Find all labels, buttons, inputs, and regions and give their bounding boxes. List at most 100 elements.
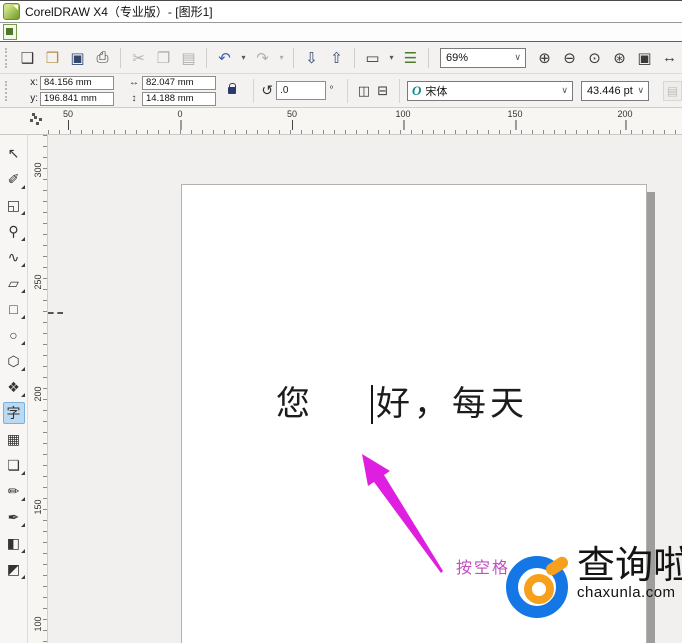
- coreldraw-window: CorelDRAW X4（专业版）- [图形1] ❑❒▣⎙✂❐▤↶▾↷▾⇩⇧▭▾…: [0, 0, 682, 641]
- import-icon[interactable]: ⇩: [300, 46, 323, 69]
- logo-magnifier-lens: [524, 574, 554, 604]
- h-ruler-label: 50: [287, 109, 297, 119]
- horizontal-ruler[interactable]: 50050100150200: [48, 108, 682, 134]
- smart-fill-tool[interactable]: ▱: [3, 272, 25, 294]
- cut-icon[interactable]: ✂: [127, 46, 150, 69]
- redo-dropdown-icon[interactable]: ▾: [276, 46, 287, 69]
- eyedropper-tool[interactable]: ✏: [3, 480, 25, 502]
- property-bar-grip[interactable]: [5, 81, 12, 101]
- separator: [428, 48, 429, 68]
- main-area: ↖✐◱⚲∿▱□○⬡❖字▦❏✏✒◧◩ 300250200150100 您 好，每天…: [0, 135, 682, 643]
- table-tool[interactable]: ▦: [3, 428, 25, 450]
- styles-icon: ▤: [663, 81, 682, 101]
- text-tool[interactable]: 字: [3, 402, 25, 424]
- standard-toolbar: ❑❒▣⎙✂❐▤↶▾↷▾⇩⇧▭▾☰ 69% ∨ ⊕⊖⊙⊛▣↔: [0, 42, 682, 74]
- copy-icon[interactable]: ❐: [152, 46, 175, 69]
- h-ruler-label: 100: [395, 109, 410, 119]
- separator: [347, 79, 348, 103]
- chevron-down-icon: ∨: [510, 52, 525, 63]
- separator: [354, 48, 355, 68]
- chaxunla-logo-icon: [503, 546, 575, 624]
- x-label: x:: [29, 77, 38, 88]
- opentype-icon: O: [412, 83, 421, 99]
- object-position-group: x: 84.156 mm y: 196.841 mm: [29, 76, 114, 106]
- paste-icon[interactable]: ▤: [177, 46, 200, 69]
- fill-tool[interactable]: ◧: [3, 532, 25, 554]
- separator: [120, 48, 121, 68]
- font-list-combo[interactable]: O 宋体 ∨: [407, 81, 573, 101]
- save-icon[interactable]: ▣: [66, 46, 89, 69]
- h-ruler-label: 200: [617, 109, 632, 119]
- v-ruler-label: 300: [33, 162, 43, 177]
- rotation-icon: ↺: [261, 82, 273, 99]
- chevron-down-icon: ∨: [633, 85, 648, 96]
- zoom-out-icon[interactable]: ⊖: [558, 46, 581, 69]
- mirror-vertical-icon[interactable]: ⊟: [373, 81, 392, 101]
- undo-icon[interactable]: ↶: [213, 46, 236, 69]
- y-label: y:: [29, 93, 38, 104]
- interactive-blend-tool[interactable]: ❏: [3, 454, 25, 476]
- vertical-ruler[interactable]: 300250200150100: [28, 135, 48, 643]
- v-ruler-label: 200: [33, 386, 43, 401]
- pick-tool[interactable]: ↖: [3, 142, 25, 164]
- interactive-fill-tool[interactable]: ◩: [3, 558, 25, 580]
- window-title: CorelDRAW X4（专业版）- [图形1]: [25, 3, 213, 20]
- polygon-tool[interactable]: ⬡: [3, 350, 25, 372]
- welcome-screen-icon[interactable]: ☰: [399, 46, 422, 69]
- mirror-horizontal-icon[interactable]: ◫: [354, 81, 373, 101]
- watermark-title: 查询啦: [577, 546, 682, 588]
- zoom-toolbar-buttons: ⊕⊖⊙⊛▣↔: [532, 46, 682, 69]
- print-icon[interactable]: ⎙: [91, 46, 114, 69]
- ellipse-tool[interactable]: ○: [3, 324, 25, 346]
- zoom-level-value: 69%: [446, 52, 468, 64]
- basic-shapes-tool[interactable]: ❖: [3, 376, 25, 398]
- zoom-to-selected-icon[interactable]: ⊙: [583, 46, 606, 69]
- v-ruler-label: 100: [33, 616, 43, 631]
- watermark: 查询啦 chaxunla.com: [503, 546, 682, 624]
- separator: [399, 79, 400, 103]
- freehand-tool[interactable]: ∿: [3, 246, 25, 268]
- outline-pen-tool[interactable]: ✒: [3, 506, 25, 528]
- width-icon: ↔: [128, 77, 140, 88]
- zoom-to-all-objects-icon[interactable]: ⊛: [608, 46, 631, 69]
- arrow-shape: [362, 454, 443, 573]
- separator: [253, 79, 254, 103]
- zoom-to-page-width-icon[interactable]: ↔: [658, 46, 681, 69]
- y-position-field[interactable]: 196.841 mm: [40, 92, 114, 106]
- application-launcher-icon[interactable]: ▭: [361, 46, 384, 69]
- toolbox: ↖ ✐ ◱ ⚲ ∿ ▱ □ ○ ⬡ ❖ 字 ▦ ❏ ✏ ✒ ◧ ◩: [0, 135, 28, 643]
- new-document-icon[interactable]: ❑: [16, 46, 39, 69]
- document-icon[interactable]: [3, 24, 17, 40]
- watermark-text: 查询啦 chaxunla.com: [577, 546, 682, 601]
- font-size-value: 43.446 pt: [587, 85, 633, 97]
- x-position-field[interactable]: 84.156 mm: [40, 76, 114, 90]
- export-icon[interactable]: ⇧: [325, 46, 348, 69]
- font-size-combo[interactable]: 43.446 pt ∨: [581, 81, 649, 101]
- zoom-tool[interactable]: ⚲: [3, 220, 25, 242]
- application-launcher-dropdown-icon[interactable]: ▾: [386, 46, 397, 69]
- ruler-origin-corner[interactable]: [0, 108, 48, 134]
- separator: [206, 48, 207, 68]
- object-size-group: ↔ 82.047 mm ↕ 14.188 mm: [128, 76, 216, 106]
- rotation-angle-field[interactable]: .0: [276, 81, 325, 100]
- toolbar-grip[interactable]: [5, 48, 12, 68]
- zoom-level-combo[interactable]: 69% ∨: [440, 48, 526, 68]
- v-ruler-label: 250: [33, 274, 43, 289]
- crop-tool[interactable]: ◱: [3, 194, 25, 216]
- open-icon[interactable]: ❒: [41, 46, 64, 69]
- lock-ratio-icon[interactable]: [228, 87, 236, 94]
- height-field[interactable]: 14.188 mm: [142, 92, 216, 106]
- width-field[interactable]: 82.047 mm: [142, 76, 216, 90]
- redo-icon[interactable]: ↷: [251, 46, 274, 69]
- title-bar: CorelDRAW X4（专业版）- [图形1]: [0, 1, 682, 23]
- shape-tool[interactable]: ✐: [3, 168, 25, 190]
- dash-marker: [48, 312, 63, 314]
- h-ruler-label: 0: [177, 109, 182, 119]
- zoom-in-icon[interactable]: ⊕: [533, 46, 556, 69]
- undo-dropdown-icon[interactable]: ▾: [238, 46, 249, 69]
- toolbar-buttons: ❑❒▣⎙✂❐▤↶▾↷▾⇩⇧▭▾☰: [15, 46, 434, 69]
- drawing-workspace: 您 好，每天 按空格 查询啦 chaxunla.com: [48, 135, 682, 643]
- zoom-to-page-icon[interactable]: ▣: [633, 46, 656, 69]
- property-bar: x: 84.156 mm y: 196.841 mm ↔ 82.047 mm ↕…: [0, 74, 682, 108]
- rectangle-tool[interactable]: □: [3, 298, 25, 320]
